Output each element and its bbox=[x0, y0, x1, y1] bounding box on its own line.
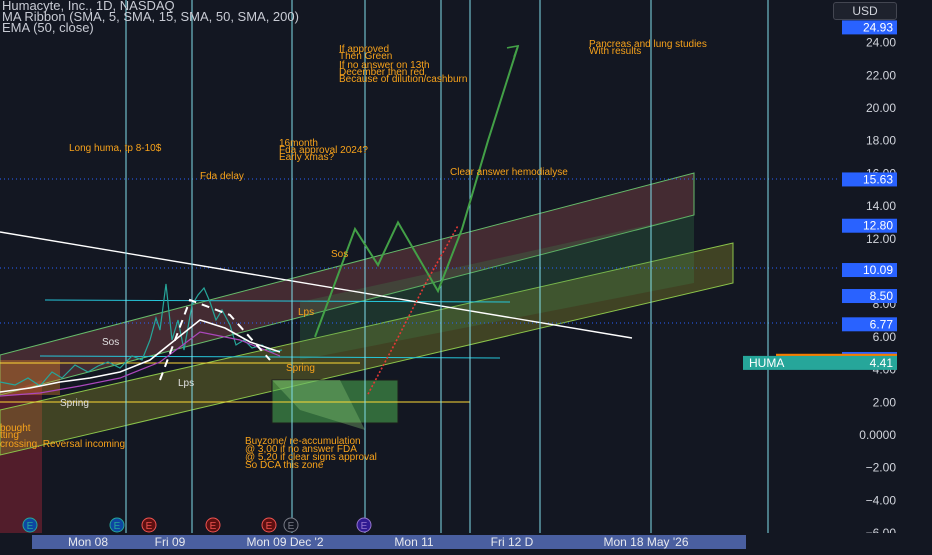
chart-svg[interactable]: If approvedThen GreenIf no answer on 13t… bbox=[0, 0, 932, 550]
annotation-8: Long huma, tp 8-10$ bbox=[69, 143, 162, 154]
annotation-13: Clear answer hemodialyse bbox=[450, 167, 568, 178]
y-tick-label-1: 24.00 bbox=[866, 36, 896, 50]
y-tick-label-13: 0.0000 bbox=[859, 428, 896, 442]
earnings-marker-6[interactable]: E bbox=[283, 517, 299, 533]
y-tick-label-15: −4.00 bbox=[866, 493, 897, 507]
annotation-16: Sos bbox=[102, 337, 119, 348]
price-label-value: 15.63 bbox=[863, 172, 893, 186]
y-tick-label-10: 6.00 bbox=[873, 330, 897, 344]
orange-zone bbox=[0, 360, 60, 395]
price-label-value: 24.93 bbox=[863, 20, 893, 34]
annotation-14: Sos bbox=[331, 249, 348, 260]
earnings-marker-2[interactable]: E bbox=[109, 517, 125, 533]
x-tick-label-3: Mon 09 Dec '2 bbox=[247, 535, 324, 549]
annotation-19: Spring bbox=[286, 363, 315, 374]
price-label-4: 10.09 bbox=[842, 263, 897, 278]
price-label-2: 15.63 bbox=[842, 172, 897, 187]
earnings-marker-5[interactable]: E bbox=[261, 517, 277, 533]
annotation-18: Spring bbox=[60, 398, 89, 409]
annotation-5: Because of dilution/cashburn bbox=[339, 74, 467, 85]
annotation-15: Lps bbox=[298, 307, 314, 318]
price-label-value: 4.41 bbox=[870, 356, 894, 370]
earnings-marker-label: E bbox=[27, 521, 34, 532]
y-tick-label-2: 22.00 bbox=[866, 68, 896, 82]
y-tick-label-4: 18.00 bbox=[866, 134, 896, 148]
annotation-11: Early xmas? bbox=[279, 152, 334, 163]
earnings-marker-label: E bbox=[210, 521, 217, 532]
chart-legend-header: Humacyte, Inc., 1D, NASDAQ MA Ribbon (SM… bbox=[2, 0, 299, 34]
price-label-6: 6.77 bbox=[842, 317, 897, 332]
price-label-3: 12.80 bbox=[842, 218, 897, 233]
y-tick-label-14: −2.00 bbox=[866, 461, 897, 475]
earnings-marker-label: E bbox=[361, 521, 368, 532]
x-tick-label-2: Fri 09 bbox=[155, 535, 186, 549]
earnings-marker-label: E bbox=[288, 521, 295, 532]
y-tick-label-6: 14.00 bbox=[866, 199, 896, 213]
price-label-5: 8.50 bbox=[842, 289, 897, 304]
price-label-9: HUMA 4.41 bbox=[743, 355, 897, 370]
x-tick-label-4: Mon 11 bbox=[394, 535, 433, 549]
x-tick-label-1: Mon 08 bbox=[68, 535, 108, 549]
y-tick-label-7: 12.00 bbox=[866, 232, 896, 246]
annotation-7: With results bbox=[589, 46, 641, 57]
y-tick-label-12: 2.00 bbox=[873, 395, 897, 409]
price-label-value: 12.80 bbox=[863, 219, 893, 233]
price-label-tag: HUMA bbox=[749, 356, 784, 370]
annotation-12: Fda delay bbox=[200, 171, 244, 182]
x-axis[interactable]: Mon 08 Fri 09 Mon 09 Dec '2 Mon 11 Fri 12 D M… bbox=[0, 533, 932, 550]
chart[interactable]: If approved Then Green If no answer on 13t… bbox=[0, 0, 932, 550]
earnings-marker-3[interactable]: E bbox=[141, 517, 157, 533]
earnings-marker-4[interactable]: E bbox=[205, 517, 221, 533]
x-tick-label-5: Fri 12 D bbox=[491, 535, 534, 549]
earnings-marker-1[interactable]: E bbox=[22, 517, 38, 533]
price-label-value: 10.09 bbox=[863, 263, 893, 277]
currency-button[interactable]: USD bbox=[833, 2, 897, 20]
price-label-value: 6.77 bbox=[870, 317, 894, 331]
earnings-marker-label: E bbox=[146, 521, 153, 532]
earnings-marker-label: E bbox=[266, 521, 273, 532]
annotation-26: crossing. Reversal incoming bbox=[0, 439, 125, 450]
y-tick-label-3: 20.00 bbox=[866, 101, 896, 115]
earnings-marker-label: E bbox=[114, 521, 121, 532]
earnings-marker-7[interactable]: E bbox=[356, 517, 372, 533]
annotation-17: Lps bbox=[178, 378, 194, 389]
price-label-value: 8.50 bbox=[870, 289, 894, 303]
x-tick-label-6: Mon 18 May '26 bbox=[603, 535, 688, 549]
annotation-23: So DCA this zone bbox=[245, 460, 324, 471]
price-label-1: 24.93 bbox=[842, 20, 897, 35]
